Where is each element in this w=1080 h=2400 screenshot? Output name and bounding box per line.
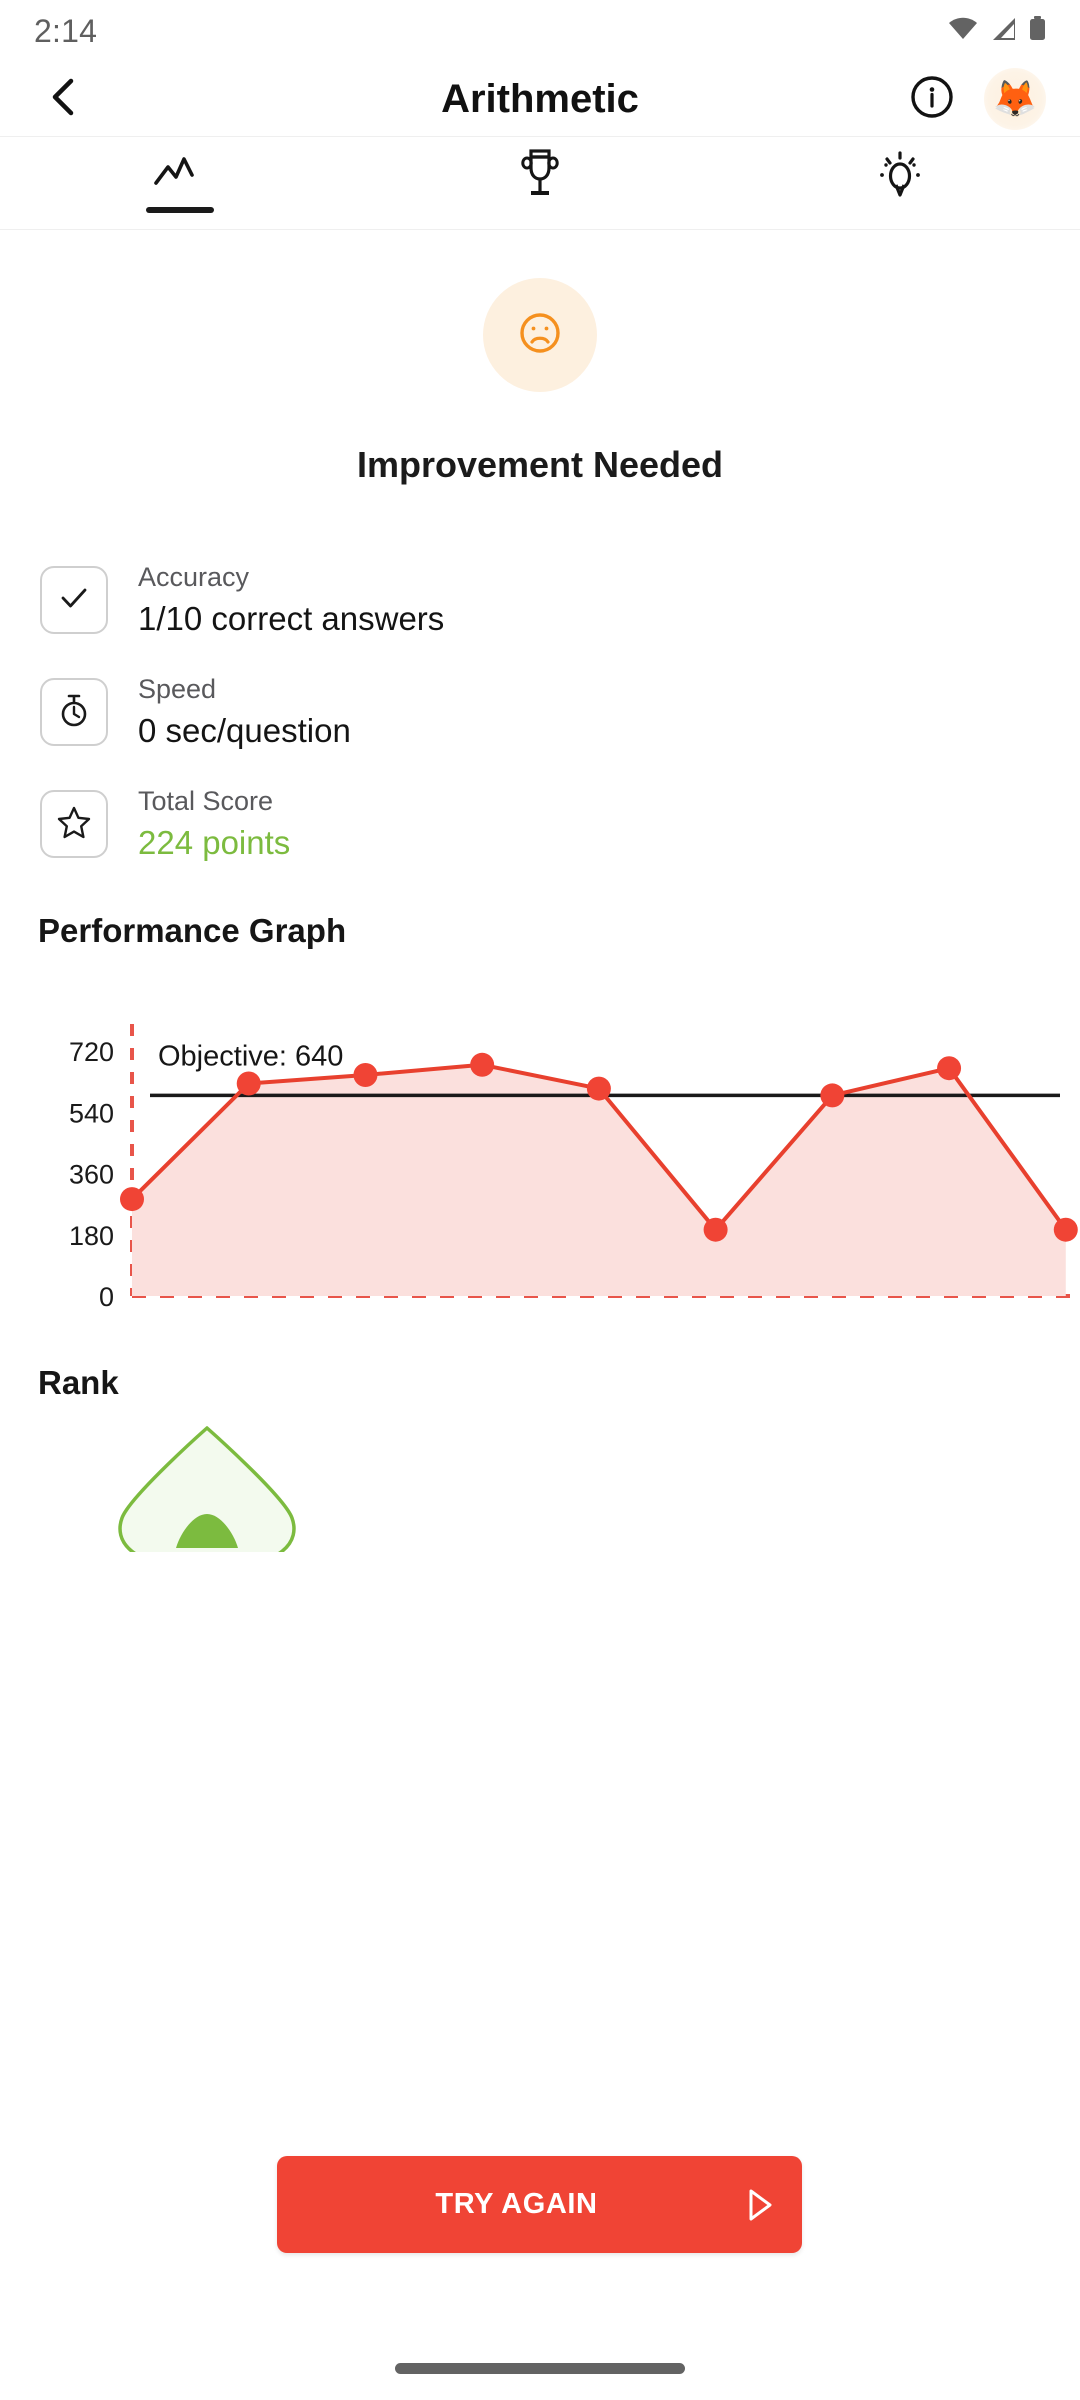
result-label: Improvement Needed <box>356 444 724 485</box>
result-icon-circle <box>483 278 597 392</box>
performance-graph-title: Performance Graph <box>38 912 347 949</box>
try-again-label: TRY AGAIN <box>435 2188 598 2220</box>
status-bar-icons <box>948 16 1046 46</box>
tab-active-indicator <box>146 207 214 213</box>
rank-title: Rank <box>38 1364 119 1401</box>
lightbulb-icon <box>873 147 927 206</box>
app-bar-actions: 🦊 <box>906 68 1046 130</box>
tab-tips[interactable] <box>720 137 1080 229</box>
tab-bar <box>0 137 1080 229</box>
star-icon <box>56 804 92 845</box>
info-button[interactable] <box>906 73 958 125</box>
tab-leaderboard[interactable] <box>360 137 720 229</box>
svg-text:180: 180 <box>69 1221 114 1251</box>
performance-graph: 0 180 360 540 720 Objective: 640 <box>38 1006 1080 1336</box>
stat-text: Speed 0 sec/question <box>138 674 351 750</box>
stat-text: Accuracy 1/10 correct answers <box>138 562 444 638</box>
rank-section: Rank <box>0 1364 1080 1552</box>
stat-value: 224 points <box>138 824 291 861</box>
stat-label: Total Score <box>138 786 274 816</box>
status-bar-time: 2:14 <box>34 12 98 49</box>
svg-text:540: 540 <box>69 1098 114 1128</box>
result-hero: Improvement Needed <box>0 230 1080 486</box>
avatar-emoji: 🦊 <box>992 78 1038 119</box>
svg-text:360: 360 <box>69 1160 114 1190</box>
cellular-signal-icon <box>990 17 1017 46</box>
rank-badge <box>100 1422 315 1552</box>
app-bar: Arithmetic 🦊 <box>0 62 1080 136</box>
status-bar: 2:14 <box>0 0 1080 62</box>
wifi-icon <box>948 17 978 46</box>
trophy-icon <box>515 146 565 207</box>
back-button[interactable] <box>34 70 92 128</box>
performance-graph-section: Performance Graph 0 180 360 540 720 Objective… <box>0 912 1080 1336</box>
performance-chart-svg: 0 180 360 540 720 Objective: 640 <box>69 1024 1080 1312</box>
stat-label: Speed <box>138 674 217 704</box>
play-triangle-icon <box>716 2186 802 2224</box>
stat-value: 0 sec/question <box>138 712 351 749</box>
stopwatch-icon <box>57 692 91 733</box>
stat-label: Accuracy <box>138 562 250 592</box>
stat-row-total-score: Total Score 224 points <box>40 786 1080 862</box>
svg-text:Objective: 640: Objective: 640 <box>158 1040 343 1072</box>
check-icon <box>57 581 91 620</box>
stat-row-accuracy: Accuracy 1/10 correct answers <box>40 562 1080 638</box>
home-indicator <box>395 2363 685 2374</box>
avatar[interactable]: 🦊 <box>984 68 1046 130</box>
stat-text: Total Score 224 points <box>138 786 290 862</box>
stat-value: 1/10 correct answers <box>138 600 445 637</box>
stat-icon-box <box>40 678 108 746</box>
info-circle-icon <box>909 74 955 125</box>
stat-icon-box <box>40 566 108 634</box>
stat-row-speed: Speed 0 sec/question <box>40 674 1080 750</box>
svg-text:720: 720 <box>69 1037 114 1067</box>
chevron-left-icon <box>46 77 80 122</box>
sad-face-icon <box>515 308 565 363</box>
tab-performance[interactable] <box>0 137 360 229</box>
try-again-button[interactable]: TRY AGAIN <box>277 2156 802 2253</box>
svg-text:0: 0 <box>99 1282 114 1312</box>
battery-icon <box>1029 16 1046 46</box>
line-chart-icon <box>152 153 208 200</box>
stats-list: Accuracy 1/10 correct answers Speed 0 se… <box>0 562 1080 862</box>
stat-icon-box <box>40 790 108 858</box>
